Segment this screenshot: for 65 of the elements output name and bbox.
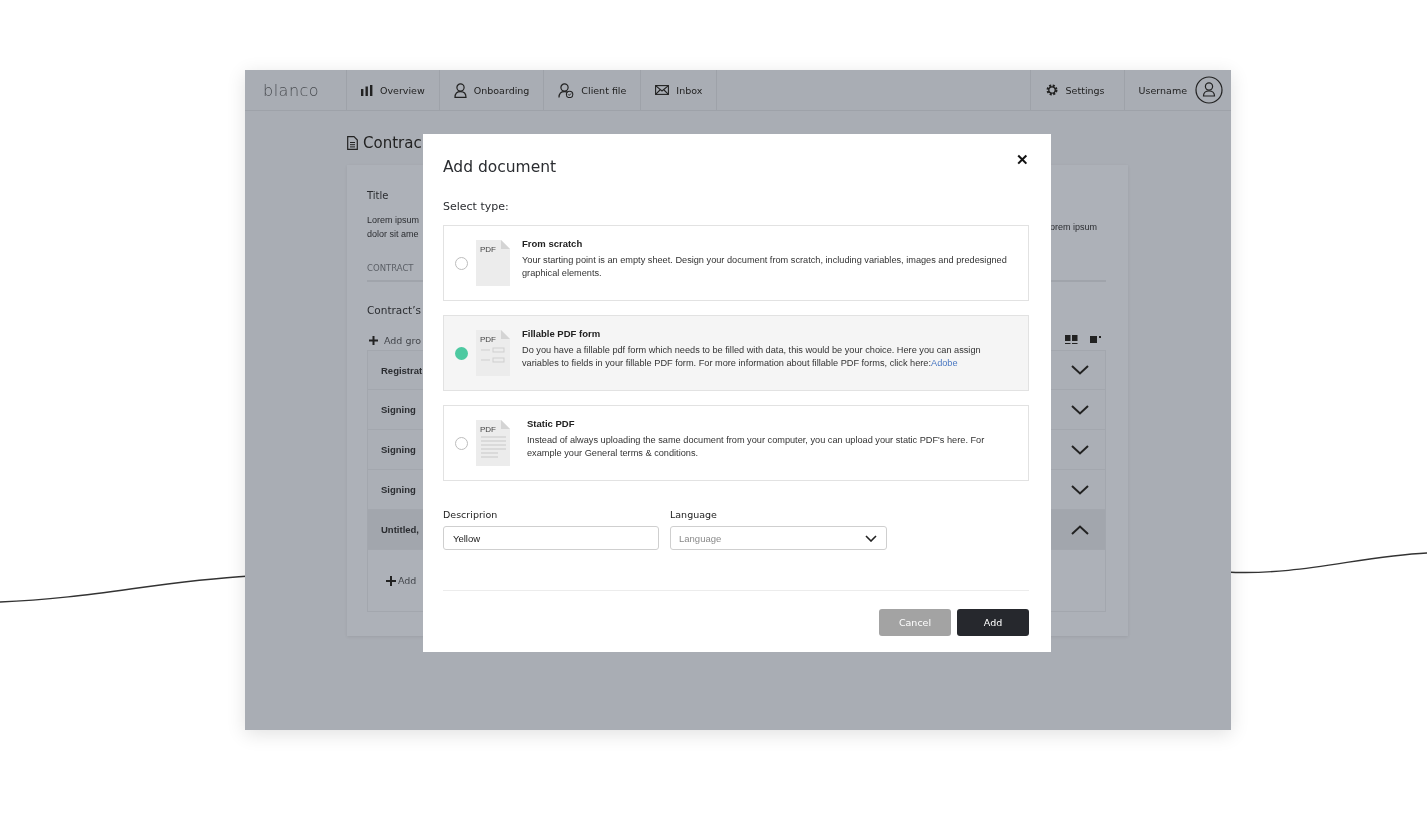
dialog-title: Add document <box>443 158 557 176</box>
subheading: Contract’s <box>367 304 422 316</box>
person-icon <box>453 82 467 98</box>
option-description: Do you have a fillable pdf form which needs to be filled with data, this would be your choice. Here you can assign variables to fields in your fillable PDF form. For more information about fillable PDF forms, click here:Adobe <box>522 344 982 370</box>
file-type-label: PDF <box>480 335 496 344</box>
field-label: Title <box>367 189 390 201</box>
nav-tab[interactable]: Client file <box>544 70 642 110</box>
person-check-icon <box>558 82 575 98</box>
row-title: Signing <box>380 404 417 415</box>
body-text: orem ipsum <box>1050 221 1098 234</box>
chevron-down-icon[interactable] <box>1071 365 1089 375</box>
chevron-down-icon <box>865 535 877 542</box>
body-text: dolor sit ame <box>367 228 420 241</box>
adobe-link[interactable]: Adobe <box>931 358 958 368</box>
option-description: Your starting point is an empty sheet. Design your document from scratch, including variables, images and predesigned graphical elements. <box>522 254 1008 280</box>
plus-icon <box>386 575 396 586</box>
body-text: Lorem ipsum <box>367 214 421 227</box>
bar-chart-icon <box>361 84 373 96</box>
row-title: Untitled, <box>380 524 420 535</box>
radio-button[interactable] <box>455 346 468 360</box>
row-title: Signing <box>380 484 417 495</box>
logo: blanco <box>245 70 347 110</box>
description-field[interactable]: Yellow <box>443 526 659 550</box>
settings-button[interactable]: Settings <box>1030 70 1125 110</box>
nav-tab[interactable]: Onboarding <box>439 70 545 110</box>
option-title: Fillable PDF form <box>522 328 602 339</box>
nav-tab[interactable]: Inbox <box>641 70 718 110</box>
option-title: From scratch <box>522 238 584 249</box>
radio-button[interactable] <box>455 436 468 450</box>
add-group-button[interactable]: Add gro <box>367 334 423 346</box>
document-icon <box>347 136 358 150</box>
option-card[interactable]: PDF From scratch Your starting point is an empty sheet. Design your document from scratch, including variables, images and predesigned graphical elements. <box>443 225 1029 301</box>
chevron-down-icon[interactable] <box>1071 444 1089 455</box>
columns-icon[interactable] <box>1065 335 1078 345</box>
option-title: Static PDF <box>527 418 576 429</box>
row-title: Signing <box>380 444 417 455</box>
field-label: Select type: <box>443 200 510 215</box>
file-type-label: PDF <box>480 425 496 434</box>
chevron-up-icon[interactable] <box>1071 524 1089 535</box>
field-label: Descriprion <box>443 509 499 520</box>
page-title: Contrac <box>363 134 422 152</box>
user-menu[interactable]: Username <box>1124 70 1231 110</box>
pdf-file-icon <box>476 240 510 286</box>
row-title: Registrat <box>380 364 424 376</box>
pdf-file-icon <box>476 420 510 466</box>
language-dropdown[interactable]: Language <box>670 526 887 550</box>
file-type-label: PDF <box>480 245 496 254</box>
square-icon[interactable] <box>1090 336 1102 344</box>
chevron-down-icon[interactable] <box>1071 404 1089 415</box>
field-label: Language <box>670 509 718 520</box>
chevron-down-icon[interactable] <box>1071 484 1089 495</box>
option-description: Instead of always uploading the same document from your computer, you can upload your static PDF's here. For example your General terms & conditions. <box>527 434 986 460</box>
option-card[interactable] <box>443 315 1029 391</box>
option-card[interactable]: PDF Static PDF Instead of always uploading the same document from your computer, you can upload your static PDF's here. For example your General terms & conditions. <box>443 405 1029 481</box>
radio-button[interactable] <box>455 256 468 270</box>
nav-tab[interactable]: Overview <box>347 70 440 110</box>
add-button[interactable]: Add <box>957 609 1029 636</box>
settings-icon <box>1044 83 1059 97</box>
envelope-icon <box>655 85 670 95</box>
close-button[interactable]: ✕ <box>1016 151 1029 169</box>
plus-icon <box>369 335 378 345</box>
avatar-icon <box>1195 76 1223 104</box>
section-heading: CONTRACT <box>367 263 415 273</box>
pdf-file-icon <box>476 330 510 376</box>
add-item-button[interactable]: Add <box>386 575 417 586</box>
